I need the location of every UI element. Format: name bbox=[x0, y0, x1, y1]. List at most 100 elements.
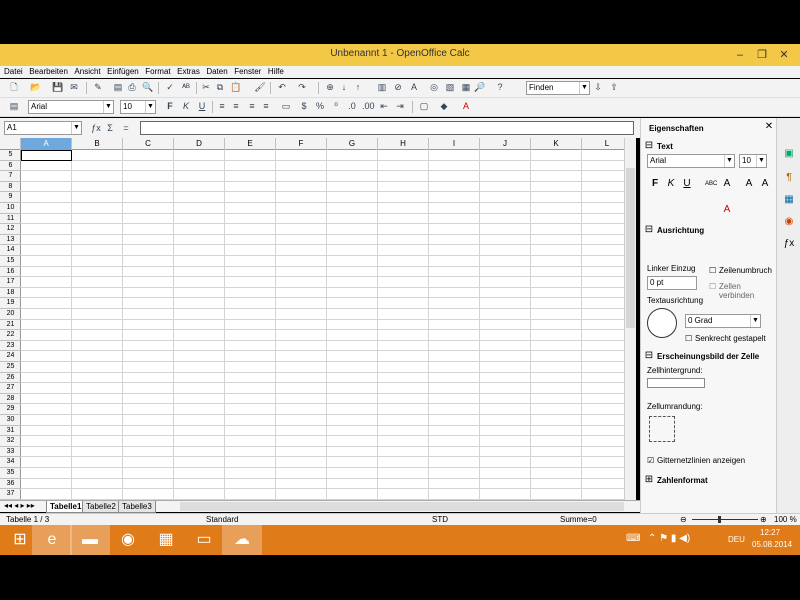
angle-dial[interactable] bbox=[647, 308, 677, 338]
language-indicator[interactable]: DEU bbox=[728, 535, 745, 544]
row-header[interactable]: 16 bbox=[0, 267, 21, 278]
underline-icon[interactable]: U bbox=[196, 100, 208, 113]
sum-icon[interactable]: Σ bbox=[104, 122, 116, 135]
column-header-l[interactable]: L bbox=[582, 138, 624, 150]
find-prev-icon[interactable]: ⇧ bbox=[608, 81, 620, 94]
expand-icon[interactable]: ⊞ bbox=[643, 474, 655, 486]
row-header[interactable]: 20 bbox=[0, 309, 21, 320]
menu-datei[interactable]: Datei bbox=[4, 66, 23, 78]
increase-indent-icon[interactable]: ⇥ bbox=[394, 100, 406, 113]
collapse-icon[interactable]: ⊟ bbox=[643, 350, 655, 362]
pdf-icon[interactable]: ▤ bbox=[112, 81, 124, 94]
close-button[interactable]: ✕ bbox=[774, 48, 794, 62]
row-header[interactable]: 26 bbox=[0, 373, 21, 384]
grow-font-icon[interactable]: A bbox=[743, 178, 755, 190]
chrome-icon[interactable]: ◉ bbox=[108, 525, 148, 555]
hyperlink-icon[interactable]: ⊕ bbox=[324, 81, 336, 94]
close-icon[interactable]: ✕ bbox=[763, 121, 775, 133]
row-header[interactable]: 23 bbox=[0, 341, 21, 352]
name-box[interactable]: A1 ▼ bbox=[4, 121, 82, 135]
chevron-down-icon[interactable]: ▼ bbox=[724, 155, 734, 167]
row-header[interactable]: 12 bbox=[0, 224, 21, 235]
horizontal-scrollbar[interactable] bbox=[180, 502, 624, 511]
gallery-icon[interactable]: ▧ bbox=[444, 81, 456, 94]
row-header[interactable]: 17 bbox=[0, 277, 21, 288]
row-header[interactable]: 22 bbox=[0, 330, 21, 341]
datapilot-icon[interactable]: ⊘ bbox=[392, 81, 404, 94]
tab-tabelle1[interactable]: Tabelle1 bbox=[46, 501, 86, 513]
cut-icon[interactable]: ✂ bbox=[200, 81, 212, 94]
align-right-icon[interactable]: ≡ bbox=[246, 100, 258, 113]
font-color-icon[interactable]: A bbox=[460, 100, 472, 113]
row-header[interactable]: 30 bbox=[0, 415, 21, 426]
align-left-icon[interactable]: ≡ bbox=[216, 100, 228, 113]
angle-input[interactable]: 0 Grad ▼ bbox=[685, 314, 761, 328]
justify-icon[interactable]: ≡ bbox=[260, 100, 272, 113]
column-header-d[interactable]: D bbox=[174, 138, 225, 150]
sort-desc-icon[interactable]: ↑ bbox=[352, 81, 364, 94]
underline-icon[interactable]: U bbox=[681, 178, 693, 190]
ie-icon[interactable]: e bbox=[32, 525, 72, 555]
row-header[interactable]: 18 bbox=[0, 288, 21, 299]
bold-icon[interactable]: F bbox=[649, 178, 661, 190]
stacked-checkbox[interactable]: ☐ bbox=[685, 334, 692, 343]
column-header-i[interactable]: I bbox=[429, 138, 480, 150]
row-header[interactable]: 19 bbox=[0, 298, 21, 309]
sidebar-size-box[interactable]: 10 ▼ bbox=[739, 154, 767, 168]
chevron-down-icon[interactable]: ▼ bbox=[750, 315, 760, 327]
chevron-down-icon[interactable]: ▼ bbox=[71, 122, 81, 134]
copy-icon[interactable]: ⧉ bbox=[214, 81, 226, 94]
column-header-g[interactable]: G bbox=[327, 138, 378, 150]
menu-daten[interactable]: Daten bbox=[206, 66, 227, 78]
font-size-box[interactable]: 10 ▼ bbox=[120, 100, 156, 114]
collapse-icon[interactable]: ⊟ bbox=[643, 224, 655, 236]
decrease-indent-icon[interactable]: ⇤ bbox=[378, 100, 390, 113]
column-header-e[interactable]: E bbox=[225, 138, 276, 150]
clock-time[interactable]: 12:27 bbox=[760, 528, 780, 537]
currency-icon[interactable]: $ bbox=[298, 100, 310, 113]
paste-icon[interactable]: 📋 bbox=[230, 81, 242, 94]
italic-icon[interactable]: K bbox=[665, 178, 677, 190]
selected-cell[interactable] bbox=[21, 150, 72, 161]
row-header[interactable]: 8 bbox=[0, 182, 21, 193]
tray-icons[interactable]: ⌃ ⚑ ▮ ◀) bbox=[648, 533, 690, 544]
bold-icon[interactable]: F bbox=[164, 100, 176, 113]
spreadsheet-grid[interactable]: ABCDEFGHIJKL 5 6 7 8 9 10 11 12 13 14 15 16 17 18 19 20… bbox=[0, 138, 624, 501]
zoom-slider[interactable] bbox=[692, 519, 758, 520]
menu-extras[interactable]: Extras bbox=[177, 66, 200, 78]
menu-einfuegen[interactable]: Einfügen bbox=[107, 66, 139, 78]
explorer-icon[interactable]: ▬ bbox=[70, 525, 110, 555]
row-header[interactable]: 32 bbox=[0, 436, 21, 447]
clock-date[interactable]: 05.08.2014 bbox=[752, 540, 792, 549]
keyboard-icon[interactable]: ⌨ bbox=[626, 533, 640, 544]
autospell-icon[interactable]: ᴬᴮ bbox=[180, 81, 192, 94]
row-header[interactable]: 7 bbox=[0, 171, 21, 182]
edit-icon[interactable]: ✎ bbox=[92, 81, 104, 94]
wrap-checkbox[interactable]: ☐ bbox=[709, 266, 716, 275]
strikethrough-icon[interactable]: ABC bbox=[705, 178, 717, 190]
add-decimal-icon[interactable]: .0 bbox=[346, 100, 358, 113]
menu-hilfe[interactable]: Hilfe bbox=[268, 66, 284, 78]
preview-icon[interactable]: 🔍 bbox=[142, 81, 154, 94]
row-header[interactable]: 37 bbox=[0, 489, 21, 500]
row-header[interactable]: 29 bbox=[0, 404, 21, 415]
print-icon[interactable]: ⎙ bbox=[126, 81, 138, 94]
merge-icon[interactable]: ▭ bbox=[280, 100, 292, 113]
new-icon[interactable]: 🗋 bbox=[8, 81, 20, 94]
column-header-c[interactable]: C bbox=[123, 138, 174, 150]
percent-icon[interactable]: % bbox=[314, 100, 326, 113]
datasources-icon[interactable]: ▦ bbox=[460, 81, 472, 94]
menu-fenster[interactable]: Fenster bbox=[234, 66, 261, 78]
chevron-down-icon[interactable]: ▼ bbox=[145, 101, 155, 113]
draw-functions-icon[interactable]: A bbox=[408, 81, 420, 94]
cell-bg-picker[interactable] bbox=[647, 378, 705, 388]
chevron-down-icon[interactable]: ▼ bbox=[756, 155, 766, 167]
select-all-corner[interactable] bbox=[0, 138, 21, 150]
row-header[interactable]: 10 bbox=[0, 203, 21, 214]
menu-bearbeiten[interactable]: Bearbeiten bbox=[29, 66, 68, 78]
borders-icon[interactable]: ▢ bbox=[418, 100, 430, 113]
help-icon[interactable]: ? bbox=[494, 81, 506, 94]
tab-tabelle2[interactable]: Tabelle2 bbox=[82, 501, 120, 513]
chart-icon[interactable]: ▥ bbox=[376, 81, 388, 94]
find-next-icon[interactable]: ⇩ bbox=[592, 81, 604, 94]
